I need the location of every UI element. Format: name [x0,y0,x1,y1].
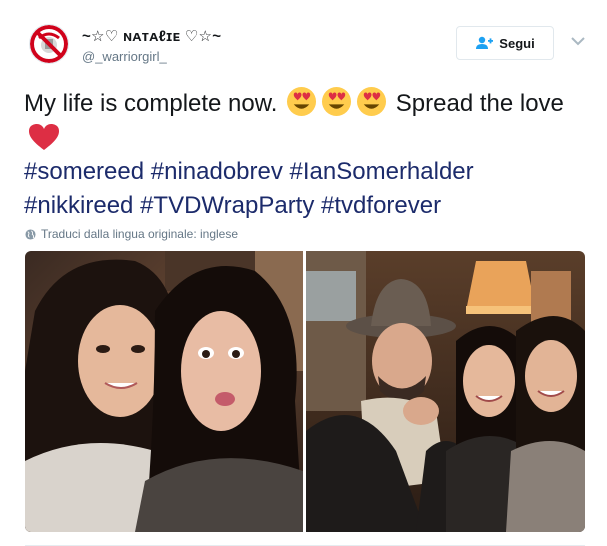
add-person-icon [475,36,494,50]
globe-icon [25,228,36,240]
user-avatar[interactable] [29,24,69,64]
tweet-text-part2: Spread the love [395,90,564,117]
no-dreams-sign-icon [30,25,68,63]
translate-link[interactable]: Traduci dalla lingua originale: inglese [25,227,238,241]
follow-button[interactable]: Segui [456,26,554,60]
translate-label: Traduci dalla lingua originale: inglese [41,227,239,241]
heart-eyes-emoji [356,86,387,117]
tweet-text: My life is complete now. Spread the love… [24,86,584,223]
tweet-text-part1: My life is complete now. [24,90,278,117]
chevron-down-icon[interactable] [571,36,585,46]
hashtag-link[interactable]: #tvdforever [321,192,441,219]
display-name[interactable]: ~☆♡ ɴᴀᴛᴀℓɪᴇ ♡☆~ [82,27,221,45]
heart-eyes-emoji [321,86,352,117]
hashtag-link[interactable]: #nikkireed [24,192,133,219]
user-handle[interactable]: @_warriorgirl_ [82,49,167,64]
hashtag-link[interactable]: #IanSomerhalder [290,158,474,185]
hashtag-link[interactable]: #ninadobrev [151,158,283,185]
heart-eyes-emoji [286,86,317,117]
emoji-group [286,86,387,117]
media-grid [25,251,585,532]
photo-selfie-two-women[interactable] [25,251,303,532]
follow-label: Segui [499,35,535,51]
hashtag-link[interactable]: #TVDWrapParty [140,192,314,219]
red-heart-emoji [28,123,60,151]
photo-group-three-people[interactable] [306,251,585,532]
hashtag-link[interactable]: #somereed [24,158,144,185]
tweet-card: ~☆♡ ɴᴀᴛᴀℓɪᴇ ♡☆~ @_warriorgirl_ Segui My … [0,0,607,546]
